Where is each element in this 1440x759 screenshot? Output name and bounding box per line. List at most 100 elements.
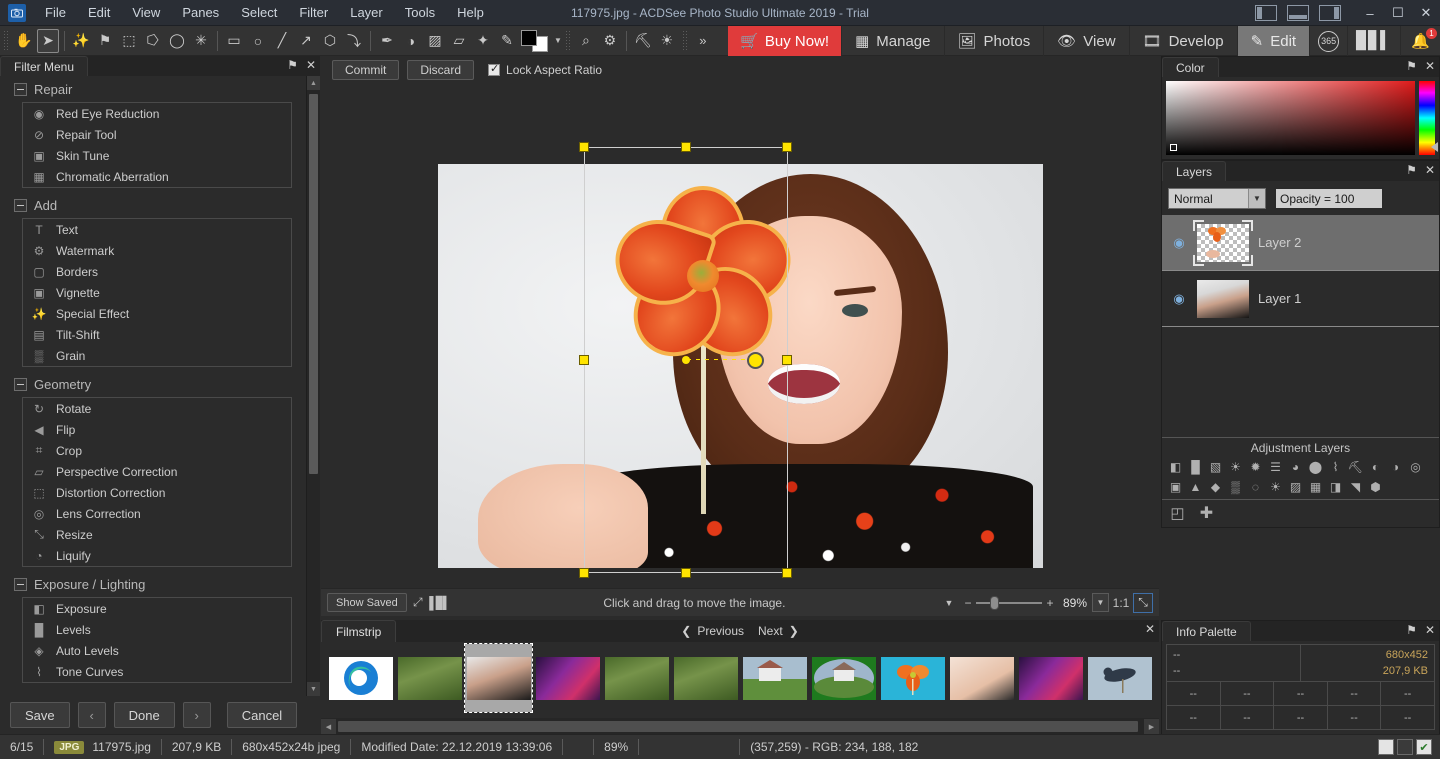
filter-item-borders[interactable]: ▢ Borders: [23, 261, 291, 282]
toolbar-overflow-button[interactable]: »: [692, 29, 714, 53]
selection-handle-bottom-right[interactable]: [782, 568, 792, 578]
fit-to-window-icon[interactable]: ⤢: [407, 593, 429, 613]
hand-tool-icon[interactable]: ✋: [13, 29, 35, 53]
info-close-icon[interactable]: ✕: [1425, 623, 1435, 637]
filter-item-special-effect[interactable]: ✨ Special Effect: [23, 303, 291, 324]
collapse-icon[interactable]: [14, 199, 27, 212]
exposure-adj-icon[interactable]: ◧: [1166, 457, 1185, 476]
smart-select-icon[interactable]: ⬚: [118, 29, 140, 53]
stats-button[interactable]: ▊▋▍: [1347, 26, 1400, 56]
dodge-tool-icon[interactable]: ⛏: [632, 29, 654, 53]
flag-select-icon[interactable]: ⚑: [94, 29, 116, 53]
layers-close-icon[interactable]: ✕: [1425, 163, 1435, 177]
thumb-woman-forest-2[interactable]: [603, 644, 670, 712]
filter-item-text[interactable]: T Text: [23, 219, 291, 240]
tab-filmstrip[interactable]: Filmstrip: [321, 620, 397, 642]
filmstrip-scroll-right-button[interactable]: ▶: [1144, 719, 1159, 734]
filter-item-red-eye-reduction[interactable]: ◉ Red Eye Reduction: [23, 103, 291, 124]
menu-item-panes[interactable]: Panes: [171, 2, 230, 24]
lock-aspect-ratio-checkbox[interactable]: Lock Aspect Ratio: [488, 62, 602, 77]
collapse-icon[interactable]: [14, 378, 27, 391]
fill-tool-icon[interactable]: ◑: [400, 29, 422, 53]
polygon-shape-icon[interactable]: ⬡: [319, 29, 341, 53]
filter-item-grain[interactable]: ▒ Grain: [23, 345, 291, 366]
menu-item-view[interactable]: View: [121, 2, 171, 24]
tab-color[interactable]: Color: [1162, 57, 1219, 77]
fit-image-button[interactable]: ⤡: [1133, 592, 1153, 613]
filmstrip-scroll-left-button[interactable]: ◀: [321, 719, 336, 734]
scrollbar-thumb[interactable]: [309, 94, 318, 474]
soft-focus-adj-icon[interactable]: ◌: [1246, 477, 1265, 496]
layers-pin-icon[interactable]: ⚑: [1406, 163, 1417, 177]
commit-button[interactable]: Commit: [332, 60, 400, 80]
filter-item-levels[interactable]: █ Levels: [23, 619, 291, 640]
filmstrip-previous-chevron-icon[interactable]: ❮: [681, 624, 691, 638]
layer-row[interactable]: ◉ Layer 2: [1162, 215, 1439, 270]
tone-curves-adj-icon[interactable]: ▧: [1206, 457, 1225, 476]
filter-item-flip[interactable]: ◀ Flip: [23, 419, 291, 440]
color-balance-adj-icon[interactable]: ◕: [1286, 457, 1305, 476]
filter-menu-close-icon[interactable]: ✕: [306, 58, 316, 72]
filter-group-header-add[interactable]: Add: [0, 192, 306, 218]
mode-photos-button[interactable]: 🖼 Photos: [943, 26, 1044, 56]
thumb-woman-forest-1[interactable]: [396, 644, 463, 712]
add-layer-icon[interactable]: ✚: [1197, 503, 1216, 522]
status-toggle-split[interactable]: [1397, 739, 1413, 755]
selection-handle-top-right[interactable]: [782, 142, 792, 152]
maximize-button[interactable]: ☐: [1384, 0, 1412, 26]
filter-item-tilt-shift[interactable]: ▤ Tilt-Shift: [23, 324, 291, 345]
scroll-up-button[interactable]: ▲: [307, 76, 320, 90]
toggle-right-pane-button[interactable]: [1319, 5, 1341, 21]
color-lut-adj-icon[interactable]: ⬢: [1366, 477, 1385, 496]
thumb-portrait-current[interactable]: [464, 643, 533, 713]
selection-handle-bottom-left[interactable]: [579, 568, 589, 578]
zoom-out-button[interactable]: −: [960, 593, 976, 613]
gradient-tool-icon[interactable]: ▨: [424, 29, 446, 53]
save-button[interactable]: Save: [10, 702, 70, 728]
vignette-adj-icon[interactable]: ◎: [1406, 457, 1425, 476]
collapse-icon[interactable]: [14, 83, 27, 96]
saturation-value-picker[interactable]: [1166, 81, 1415, 155]
discard-button[interactable]: Discard: [407, 60, 475, 80]
selection-handle-middle-left[interactable]: [579, 355, 589, 365]
toolbar-grip-3[interactable]: [681, 29, 688, 52]
filmstrip-scrollbar[interactable]: ◀ ▶: [321, 718, 1159, 735]
collapse-icon[interactable]: [14, 578, 27, 591]
settings-tool-icon[interactable]: ⚙: [599, 29, 621, 53]
filter-menu-scrollbar[interactable]: ▲ ▼: [306, 76, 320, 696]
filter-item-liquify[interactable]: ◔ Liquify: [23, 545, 291, 566]
minimize-button[interactable]: –: [1356, 0, 1384, 26]
thumb-edge-logo[interactable]: [327, 644, 394, 712]
info-pin-icon[interactable]: ⚑: [1406, 623, 1417, 637]
light-eq-adj-icon[interactable]: ☀: [1226, 457, 1245, 476]
color-pin-icon[interactable]: ⚑: [1406, 59, 1417, 73]
filter-item-lens-correction[interactable]: ◎ Lens Correction: [23, 503, 291, 524]
next-image-button[interactable]: ›: [182, 702, 211, 728]
filter-item-auto-levels[interactable]: ◈ Auto Levels: [23, 640, 291, 661]
rotation-pivot-handle[interactable]: [747, 352, 764, 369]
toolbar-grip[interactable]: [3, 29, 9, 52]
mode-view-button[interactable]: 👁 View: [1043, 26, 1128, 56]
contrast-adj-icon[interactable]: ◐: [1366, 457, 1385, 476]
status-toggle-light[interactable]: [1378, 739, 1394, 755]
texture-adj-icon[interactable]: ▦: [1306, 477, 1325, 496]
image-preview[interactable]: [438, 164, 1043, 568]
gradient-adj-icon[interactable]: ▨: [1286, 477, 1305, 496]
show-saved-button[interactable]: Show Saved: [327, 593, 407, 612]
zoom-slider[interactable]: [976, 595, 1042, 610]
mode-edit-button[interactable]: ✎ Edit: [1236, 26, 1310, 56]
eraser-tool-icon[interactable]: ▱: [448, 29, 470, 53]
thumb-pinwheel[interactable]: [879, 644, 946, 712]
blemish-remover-icon[interactable]: ✦: [472, 29, 494, 53]
actual-size-button[interactable]: 1:1: [1109, 593, 1133, 613]
thumb-concert-2[interactable]: [1017, 644, 1084, 712]
menu-item-tools[interactable]: Tools: [394, 2, 446, 24]
filter-item-distortion-correction[interactable]: ⬚ Distortion Correction: [23, 482, 291, 503]
filter-item-resize[interactable]: ⤡ Resize: [23, 524, 291, 545]
menu-item-select[interactable]: Select: [230, 2, 288, 24]
levels-adj-icon[interactable]: █: [1186, 457, 1205, 476]
filmstrip-next-label[interactable]: Next: [758, 624, 783, 638]
photo-effect-adj-icon[interactable]: ☀: [1266, 477, 1285, 496]
thumb-house-2[interactable]: [810, 644, 877, 712]
noise-adj-icon[interactable]: ▒: [1226, 477, 1245, 496]
